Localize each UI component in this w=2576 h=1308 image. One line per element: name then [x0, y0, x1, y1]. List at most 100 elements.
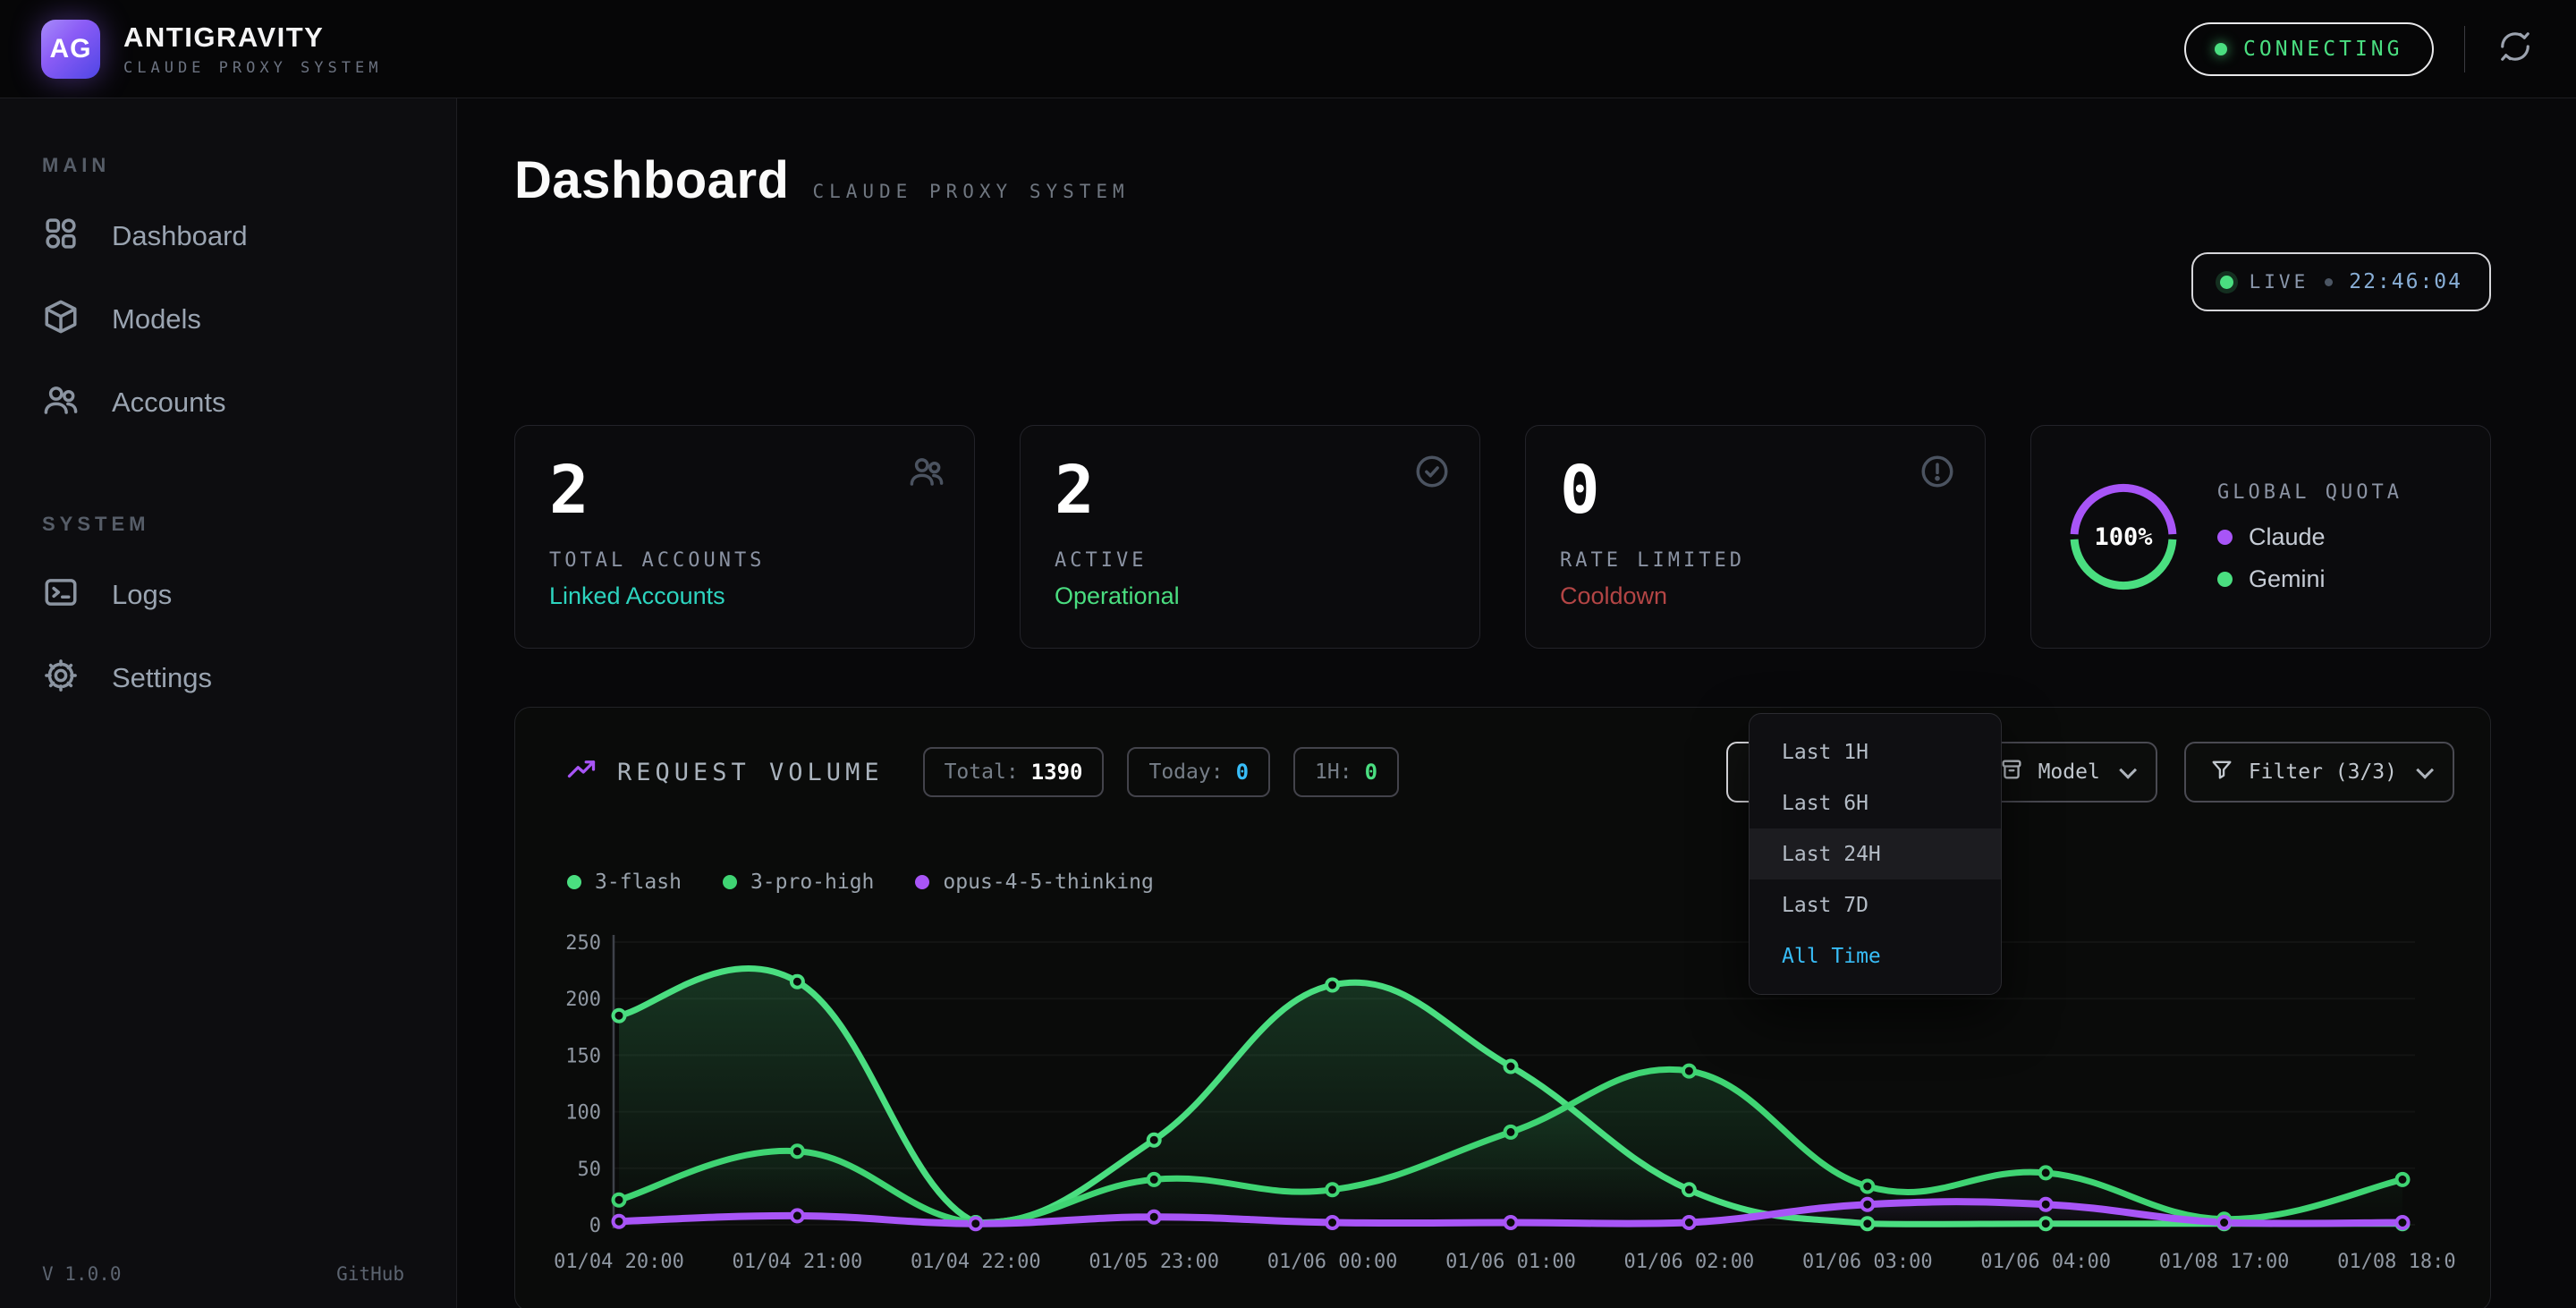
sidebar-item-label: Dashboard	[112, 220, 248, 252]
refresh-button[interactable]	[2496, 30, 2535, 69]
svg-text:01/06 02:00: 01/06 02:00	[1624, 1251, 1755, 1273]
sidebar-item-label: Logs	[112, 579, 172, 611]
claude-dot-icon	[2217, 530, 2233, 545]
top-header: AG ANTIGRAVITY CLAUDE PROXY SYSTEM CONNE…	[0, 0, 2576, 98]
sidebar-item-logs[interactable]: Logs	[42, 573, 456, 616]
brand-block: ANTIGRAVITY CLAUDE PROXY SYSTEM	[123, 21, 382, 77]
sidebar-item-settings[interactable]: Settings	[42, 657, 456, 699]
request-volume-chart: 05010015020025001/04 20:0001/04 21:0001/…	[551, 930, 2456, 1287]
header-divider	[2464, 26, 2466, 72]
page-subtitle: CLAUDE PROXY SYSTEM	[812, 181, 1129, 202]
stat-label: ACTIVE	[1055, 549, 1445, 572]
stat-sublabel: Operational	[1055, 582, 1445, 610]
filter-dropdown-button[interactable]: Filter (3/3)	[2184, 742, 2454, 803]
stat-value: 2	[549, 456, 940, 526]
app-title: ANTIGRAVITY	[123, 21, 382, 54]
trending-up-icon	[565, 753, 597, 792]
quota-label: GLOBAL QUOTA	[2217, 481, 2402, 504]
badge-label: 1H:	[1315, 760, 1352, 784]
alert-circle-icon	[1919, 453, 1956, 495]
svg-text:01/04 20:00: 01/04 20:00	[554, 1251, 684, 1273]
cube-icon	[42, 298, 80, 340]
check-circle-icon	[1413, 453, 1451, 495]
menu-item-last-24h[interactable]: Last 24H	[1750, 828, 2001, 879]
filter-button-label: Filter (3/3)	[2249, 760, 2397, 784]
svg-text:01/06 04:00: 01/06 04:00	[1980, 1251, 2111, 1273]
svg-text:150: 150	[565, 1045, 601, 1067]
github-link[interactable]: GitHub	[336, 1263, 404, 1285]
quota-ring: 100%	[2065, 479, 2182, 595]
dot-separator-icon	[2325, 278, 2333, 286]
legend-label: 3-pro-high	[750, 871, 874, 894]
users-icon	[42, 381, 80, 423]
stat-value: 0	[1560, 456, 1951, 526]
sidebar-section-system: SYSTEM	[42, 513, 456, 536]
badge-label: Today:	[1148, 760, 1223, 784]
live-dot-icon	[2220, 276, 2233, 289]
sidebar-item-dashboard[interactable]: Dashboard	[42, 215, 456, 257]
legend-label: opus-4-5-thinking	[943, 871, 1153, 894]
svg-text:01/08 17:00: 01/08 17:00	[2159, 1251, 2290, 1273]
app-subtitle: CLAUDE PROXY SYSTEM	[123, 59, 382, 77]
total-badge: Total: 1390	[923, 747, 1105, 797]
stat-card-active: 2 ACTIVE Operational	[1020, 425, 1480, 649]
svg-text:01/04 21:00: 01/04 21:00	[733, 1251, 863, 1273]
legend-label: 3-flash	[595, 871, 682, 894]
badge-label: Total:	[945, 760, 1019, 784]
terminal-icon	[42, 573, 80, 616]
live-label: LIVE	[2250, 271, 2309, 293]
live-clock-badge: LIVE 22:46:04	[2191, 252, 2491, 311]
chart-title: REQUEST VOLUME	[617, 759, 884, 786]
users-icon	[908, 453, 945, 495]
svg-text:250: 250	[565, 932, 601, 955]
model-button-label: Model	[2038, 760, 2100, 784]
legend-item: 3-flash	[567, 871, 682, 894]
stat-sublabel: Linked Accounts	[549, 582, 940, 610]
main-content: Dashboard CLAUDE PROXY SYSTEM LIVE 22:46…	[457, 98, 2576, 1308]
sidebar-item-models[interactable]: Models	[42, 298, 456, 340]
quota-entry-label: Gemini	[2249, 565, 2326, 593]
svg-text:0: 0	[589, 1215, 601, 1237]
status-dot-icon	[2215, 43, 2227, 55]
legend-item: opus-4-5-thinking	[915, 871, 1153, 894]
svg-text:100: 100	[565, 1102, 601, 1125]
legend-item: 3-pro-high	[723, 871, 874, 894]
quota-entry-label: Claude	[2249, 523, 2326, 551]
chevron-down-icon	[2416, 761, 2434, 779]
menu-item-last-6h[interactable]: Last 6H	[1750, 777, 2001, 828]
time-range-dropdown-menu: Last 1H Last 6H Last 24H Last 7D All Tim…	[1749, 713, 2002, 995]
one-hour-badge: 1H: 0	[1293, 747, 1399, 797]
svg-text:01/06 03:00: 01/06 03:00	[1802, 1251, 1933, 1273]
chevron-down-icon	[2119, 761, 2137, 779]
gear-icon	[42, 657, 80, 699]
badge-value: 1390	[1031, 760, 1083, 785]
sidebar: MAIN Dashboard	[0, 98, 457, 1308]
refresh-icon	[2498, 30, 2532, 68]
stat-value: 2	[1055, 456, 1445, 526]
svg-text:50: 50	[578, 1159, 602, 1181]
series-dot-icon	[723, 875, 737, 889]
series-dot-icon	[567, 875, 581, 889]
stat-card-global-quota: 100% GLOBAL QUOTA Claude Gemini	[2030, 425, 2491, 649]
stat-card-rate-limited: 0 RATE LIMITED Cooldown	[1525, 425, 1986, 649]
svg-text:01/06 00:00: 01/06 00:00	[1267, 1251, 1398, 1273]
menu-item-last-1h[interactable]: Last 1H	[1750, 726, 2001, 777]
funnel-icon	[2209, 757, 2234, 787]
grid-icon	[42, 215, 80, 257]
quota-entry-claude: Claude	[2217, 523, 2402, 551]
menu-item-last-7d[interactable]: Last 7D	[1750, 879, 2001, 930]
chart-legend: 3-flash 3-pro-high opus-4-5-thinking	[567, 871, 1154, 894]
page-title: Dashboard	[514, 150, 789, 210]
request-volume-panel: REQUEST VOLUME Total: 1390 Today: 0 1H:	[514, 707, 2491, 1308]
badge-value: 0	[1236, 760, 1249, 785]
sidebar-item-accounts[interactable]: Accounts	[42, 381, 456, 423]
archive-icon	[1999, 757, 2024, 787]
stat-label: RATE LIMITED	[1560, 549, 1951, 572]
quota-percent: 100%	[2065, 479, 2182, 595]
stat-sublabel: Cooldown	[1560, 582, 1951, 610]
svg-text:01/08 18:00: 01/08 18:00	[2337, 1251, 2456, 1273]
version-label: V 1.0.0	[42, 1263, 122, 1285]
svg-text:01/06 01:00: 01/06 01:00	[1445, 1251, 1576, 1273]
clock-time: 22:46:04	[2349, 270, 2462, 293]
menu-item-all-time[interactable]: All Time	[1750, 930, 2001, 981]
